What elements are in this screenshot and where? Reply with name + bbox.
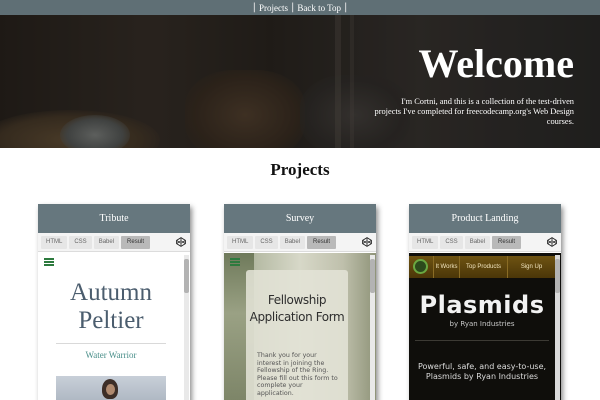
tab-babel[interactable]: Babel [93,235,120,249]
tab-result[interactable]: Result [307,235,337,249]
tab-css[interactable]: CSS [255,235,278,249]
nav-separator: | [344,2,348,13]
editor-tabs: HTML CSS Babel Result [409,233,561,252]
top-nav: | Projects | Back to Top | [0,0,600,15]
tab-html[interactable]: HTML [412,235,439,249]
tab-html[interactable]: HTML [227,235,254,249]
product-logo-icon[interactable] [409,256,433,278]
preview-scrollbar[interactable] [184,255,189,400]
codepen-logo-icon[interactable] [547,237,557,247]
hero-intro: I'm Cortni, and this is a collection of … [374,97,574,126]
tribute-name: Autumn Peltier [70,279,152,334]
preview-scrollbar[interactable] [555,255,560,400]
hero-title: Welcome [418,41,575,86]
product-byline: by Ryan Industries [449,320,515,328]
preview-scrollbar[interactable] [370,255,375,400]
project-card-tribute[interactable]: Tribute HTML CSS Babel Result Autumn Pel… [38,204,190,400]
divider [56,343,166,344]
result-preview[interactable]: Autumn Peltier Water Warrior [38,253,190,400]
tab-css[interactable]: CSS [440,235,463,249]
codepen-logo-icon[interactable] [362,237,372,247]
product-nav: It Works Top Products Sign Up [409,256,555,278]
nav-separator: | [252,2,256,13]
hamburger-menu-icon[interactable] [44,258,54,266]
tab-babel[interactable]: Babel [464,235,491,249]
tribute-subtitle: Water Warrior [85,350,137,360]
projects-heading: Projects [270,160,330,179]
form-title: Fellowship Application Form [249,293,345,324]
editor-tabs: HTML CSS Babel Result [38,233,190,252]
editor-tabs: HTML CSS Babel Result [224,233,376,252]
project-card-survey[interactable]: Survey HTML CSS Babel Result Fellowship … [224,204,376,400]
tab-babel[interactable]: Babel [279,235,306,249]
divider [415,340,549,341]
result-preview[interactable]: Fellowship Application Form Thank you fo… [224,253,376,400]
nav-link-back-to-top[interactable]: Back to Top [297,3,341,13]
hamburger-menu-icon[interactable] [230,258,240,266]
product-nav-link[interactable]: Sign Up [507,256,555,278]
card-title: Tribute [38,204,190,233]
tab-html[interactable]: HTML [41,235,68,249]
product-nav-link[interactable]: It Works [433,256,459,278]
nav-separator: | [290,2,295,13]
product-name: Plasmids [419,291,545,319]
nav-link-projects[interactable]: Projects [259,3,288,13]
project-card-product-landing[interactable]: Product Landing HTML CSS Babel Result It… [409,204,561,400]
welcome-hero: Welcome I'm Cortni, and this is a collec… [0,15,600,148]
result-preview[interactable]: It Works Top Products Sign Up Plasmids b… [409,253,561,400]
form-description: Thank you for your interest in joining t… [257,352,338,397]
product-tagline: Powerful, safe, and easy-to-use, Plasmid… [417,362,547,381]
card-title: Survey [224,204,376,233]
tab-css[interactable]: CSS [69,235,92,249]
card-title: Product Landing [409,204,561,233]
tab-result[interactable]: Result [121,235,151,249]
survey-form: Fellowship Application Form Thank you fo… [246,270,348,400]
tribute-photo [56,376,166,400]
product-nav-link[interactable]: Top Products [459,256,507,278]
codepen-logo-icon[interactable] [176,237,186,247]
tab-result[interactable]: Result [492,235,522,249]
